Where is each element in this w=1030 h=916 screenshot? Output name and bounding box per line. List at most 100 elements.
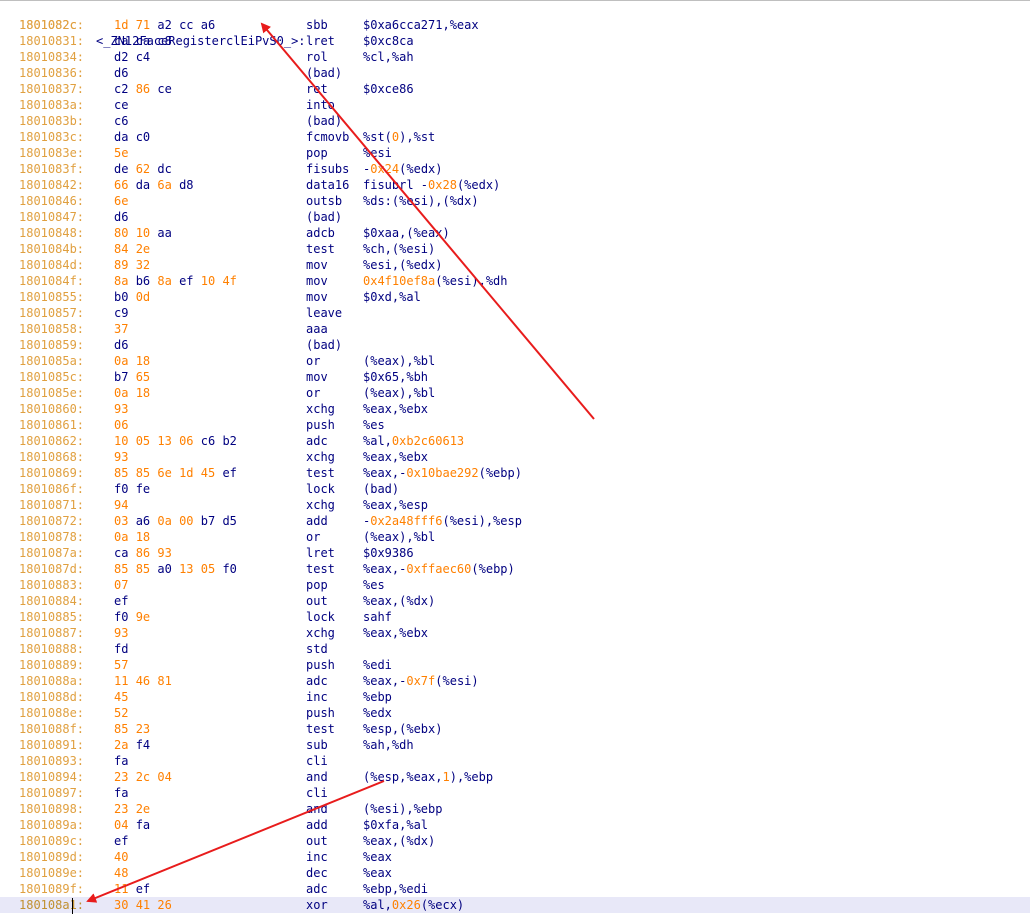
code-line[interactable]: 1801083a: ce into — [0, 97, 1030, 113]
mnemonic: inc — [306, 690, 328, 704]
opcode-byte: ef — [135, 882, 151, 896]
line-address: 18010883: — [19, 578, 85, 592]
code-line[interactable]: 18010848: 80 10 aa adcb $0xaa,(%eax) — [0, 225, 1030, 241]
line-address: 18010862: — [19, 434, 85, 448]
opcode-byte: c6 — [200, 434, 216, 448]
code-line[interactable]: 1801087d: 85 85 a0 13 05 f0 test %eax,-0xff… — [0, 561, 1030, 577]
code-line[interactable]: 18010898: 23 2e and (%esi),%ebp — [0, 801, 1030, 817]
code-line[interactable]: 1801089c: ef out %eax,(%dx) — [0, 833, 1030, 849]
operands: $0xaa,(%eax) — [363, 225, 450, 241]
opcode-bytes: 03 a6 0a 00 b7 d5 — [114, 513, 237, 529]
opcode-bytes: fd — [114, 641, 128, 657]
code-line[interactable]: 18010897: fa cli — [0, 785, 1030, 801]
code-line[interactable]: 1801088d: 45 inc %ebp — [0, 689, 1030, 705]
opcode-byte: c2 — [114, 82, 129, 96]
code-line[interactable]: 1801084f: 8a b6 8a ef 10 4f mov 0x4f10ef8a(… — [0, 273, 1030, 289]
line-address: 1801085e: — [19, 386, 85, 400]
code-line[interactable]: 1801084b: 84 2e test %ch,(%esi) — [0, 241, 1030, 257]
code-line[interactable]: 18010847: d6 (bad) — [0, 209, 1030, 225]
code-line[interactable]: 18010891: 2a f4 sub %ah,%dh — [0, 737, 1030, 753]
opcode-byte: 93 — [114, 450, 129, 464]
opcode-byte: fa — [135, 818, 151, 832]
code-line[interactable]: 18010885: f0 9e lock sahf — [0, 609, 1030, 625]
operands: $0xd,%al — [363, 289, 421, 305]
code-line[interactable]: 18010855: b0 0d mov $0xd,%al — [0, 289, 1030, 305]
code-line[interactable]: 18010871: 94 xchg %eax,%esp — [0, 497, 1030, 513]
code-line[interactable]: 18010846: 6e outsb %ds:(%esi),(%dx) — [0, 193, 1030, 209]
opcode-byte: 85 — [135, 562, 151, 576]
code-line[interactable]: 18010837: c2 86 ce ret $0xce86 — [0, 81, 1030, 97]
code-line[interactable]: 18010836: d6 (bad) — [0, 65, 1030, 81]
code-line[interactable]: 18010872: 03 a6 0a 00 b7 d5 add -0x2a48fff6… — [0, 513, 1030, 529]
code-line[interactable]: 1801088e: 52 push %edx — [0, 705, 1030, 721]
operand-text: $0xd,%al — [363, 290, 421, 304]
code-line[interactable]: 1801082c: 1d 71 a2 cc a6 sbb $0xa6cca271,%e… — [0, 17, 1030, 33]
operand-text: %eax,- — [363, 562, 407, 576]
code-line[interactable]: 1801089e: 48 dec %eax — [0, 865, 1030, 881]
code-line[interactable]: 1801085c: b7 65 mov $0x65,%bh — [0, 369, 1030, 385]
line-address: 18010878: — [19, 530, 85, 544]
opcode-bytes: 80 10 aa — [114, 225, 172, 241]
opcode-byte: ef — [222, 466, 237, 480]
opcode-bytes: 1d 71 a2 cc a6 — [114, 17, 215, 33]
operand-text: (%esi),%dh — [435, 274, 508, 288]
code-line[interactable]: 1801085e: 0a 18 or (%eax),%bl — [0, 385, 1030, 401]
line-address: 1801086f: — [19, 482, 85, 496]
label-line[interactable]: 1801082c <_ZN12FaceRegisterclEiPvS0_>: — [0, 1, 1030, 48]
code-line[interactable]: 18010842: 66 da 6a d8 data16 fisubrl -0x28(… — [0, 177, 1030, 193]
opcode-byte: 32 — [135, 258, 151, 272]
code-line[interactable]: 18010834: d2 c4 rol %cl,%ah — [0, 49, 1030, 65]
mnemonic: test — [306, 242, 335, 256]
code-line[interactable]: 1801089d: 40 inc %eax — [0, 849, 1030, 865]
code-line[interactable]: 18010878: 0a 18 or (%eax),%bl — [0, 529, 1030, 545]
opcode-byte: 23 — [114, 802, 129, 816]
operand-text: (%esi),%esp — [442, 514, 522, 528]
code-editor[interactable]: 1801082c <_ZN12FaceRegisterclEiPvS0_>: 1… — [0, 0, 1030, 916]
current-code-line[interactable]: 180108a1: 30 41 26 xor %al,0x26(%ecx) — [0, 897, 1030, 913]
code-line[interactable]: 18010862: 10 05 13 06 c6 b2 adc %al,0xb2c60… — [0, 433, 1030, 449]
code-line[interactable]: 18010883: 07 pop %es — [0, 577, 1030, 593]
opcode-byte: 2e — [135, 802, 151, 816]
operand-text: %ebp — [363, 690, 392, 704]
code-line[interactable]: 1801089a: 04 fa add $0xfa,%al — [0, 817, 1030, 833]
code-line[interactable]: 1801083c: da c0 fcmovb %st(0),%st — [0, 129, 1030, 145]
code-line[interactable]: 1801083b: c6 (bad) — [0, 113, 1030, 129]
line-address: 18010897: — [19, 786, 85, 800]
opcode-byte: 10 — [114, 434, 129, 448]
code-line[interactable]: 18010894: 23 2c 04 and (%esp,%eax,1),%ebp — [0, 769, 1030, 785]
opcode-byte: 2e — [135, 242, 151, 256]
code-line[interactable]: 18010887: 93 xchg %eax,%ebx — [0, 625, 1030, 641]
operands: %cl,%ah — [363, 49, 414, 65]
operand-text: %eax,%ebx — [363, 450, 429, 464]
code-line[interactable]: 1801085a: 0a 18 or (%eax),%bl — [0, 353, 1030, 369]
code-line[interactable]: 18010869: 85 85 6e 1d 45 ef test %eax,-0x10… — [0, 465, 1030, 481]
code-line[interactable]: 1801088a: 11 46 81 adc %eax,-0x7f(%esi) — [0, 673, 1030, 689]
operands: %edi — [363, 657, 392, 673]
opcode-byte: 89 — [114, 258, 129, 272]
code-line[interactable]: 18010893: fa cli — [0, 753, 1030, 769]
code-line[interactable]: 1801087a: ca 86 93 lret $0x9386 — [0, 545, 1030, 561]
operands: %esi — [363, 145, 392, 161]
code-line[interactable]: 1801083e: 5e pop %esi — [0, 145, 1030, 161]
code-line[interactable]: 1801084d: 89 32 mov %esi,(%edx) — [0, 257, 1030, 273]
code-line[interactable]: 18010884: ef out %eax,(%dx) — [0, 593, 1030, 609]
code-line[interactable]: 1801089f: 11 ef adc %ebp,%edi — [0, 881, 1030, 897]
line-address: 18010868: — [19, 450, 85, 464]
code-line[interactable]: 18010831: ca ca c8 lret $0xc8ca — [0, 33, 1030, 49]
code-line[interactable]: 1801088f: 85 23 test %esp,(%ebx) — [0, 721, 1030, 737]
operand-text: fisubrl - — [363, 178, 429, 192]
operands: -0x2a48fff6(%esi),%esp — [363, 513, 522, 529]
code-line[interactable]: 1801083f: de 62 dc fisubs -0x24(%edx) — [0, 161, 1030, 177]
code-line[interactable]: 18010860: 93 xchg %eax,%ebx — [0, 401, 1030, 417]
code-line[interactable]: 18010889: 57 push %edi — [0, 657, 1030, 673]
opcode-bytes: 6e — [114, 193, 128, 209]
code-line[interactable]: 18010888: fd std — [0, 641, 1030, 657]
code-line[interactable]: 18010857: c9 leave — [0, 305, 1030, 321]
mnemonic: adcb — [306, 226, 335, 240]
code-line[interactable]: 1801086f: f0 fe lock (bad) — [0, 481, 1030, 497]
code-line[interactable]: 18010868: 93 xchg %eax,%ebx — [0, 449, 1030, 465]
code-line[interactable]: 18010859: d6 (bad) — [0, 337, 1030, 353]
code-line[interactable]: 18010861: 06 push %es — [0, 417, 1030, 433]
opcode-bytes: 85 23 — [114, 721, 150, 737]
code-line[interactable]: 18010858: 37 aaa — [0, 321, 1030, 337]
